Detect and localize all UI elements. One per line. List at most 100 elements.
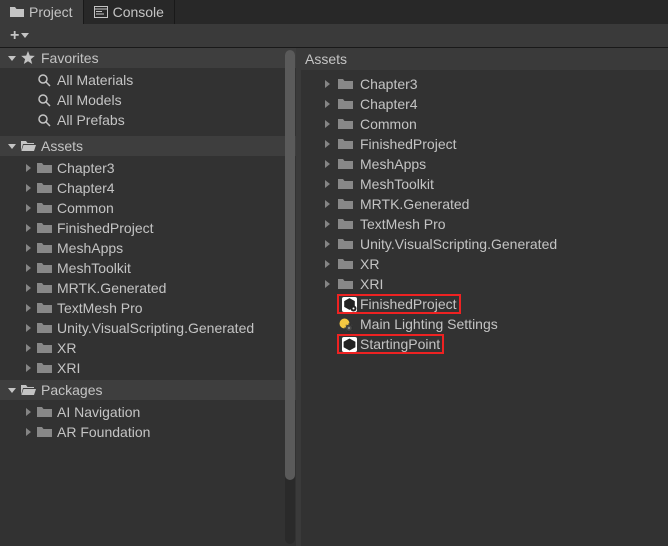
asset-item-folder[interactable]: MeshToolkit: [301, 174, 668, 194]
item-label: All Models: [57, 92, 122, 108]
item-label: All Prefabs: [57, 112, 125, 128]
expand-arrow-icon[interactable]: [22, 202, 34, 214]
expand-arrow-icon[interactable]: [22, 162, 34, 174]
tab-console[interactable]: Console: [84, 0, 175, 24]
favorite-item[interactable]: All Prefabs: [0, 110, 296, 130]
expand-arrow-icon[interactable]: [321, 158, 333, 170]
expand-arrow-icon[interactable]: [22, 406, 34, 418]
asset-item-folder[interactable]: Unity.VisualScripting.Generated: [301, 234, 668, 254]
item-label: XRI: [57, 360, 80, 376]
folder-tree-item[interactable]: FinishedProject: [0, 218, 296, 238]
asset-item-folder[interactable]: FinishedProject: [301, 134, 668, 154]
item-label: All Materials: [57, 72, 133, 88]
expand-arrow-icon[interactable]: [6, 140, 18, 152]
create-button[interactable]: +: [6, 25, 33, 47]
asset-item-folder[interactable]: Common: [301, 114, 668, 134]
spacer: [321, 318, 333, 330]
assets-section[interactable]: Assets: [0, 136, 296, 156]
item-label: Unity.VisualScripting.Generated: [360, 236, 557, 252]
expand-arrow-icon[interactable]: [321, 218, 333, 230]
folder-icon: [337, 236, 353, 252]
folder-icon: [36, 300, 52, 316]
spacer: [321, 338, 333, 350]
folder-icon: [337, 156, 353, 172]
folder-open-icon: [20, 382, 36, 398]
folder-icon: [36, 320, 52, 336]
asset-item-scene[interactable]: StartingPoint: [301, 334, 668, 354]
expand-arrow-icon[interactable]: [22, 342, 34, 354]
favorites-section[interactable]: Favorites: [0, 48, 296, 68]
expand-arrow-icon[interactable]: [321, 258, 333, 270]
folder-tree-item[interactable]: TextMesh Pro: [0, 298, 296, 318]
folder-tree-item[interactable]: XR: [0, 338, 296, 358]
favorite-item[interactable]: All Materials: [0, 70, 296, 90]
breadcrumb[interactable]: Assets: [301, 48, 668, 70]
expand-arrow-icon[interactable]: [22, 242, 34, 254]
expand-arrow-icon[interactable]: [321, 78, 333, 90]
expand-arrow-icon[interactable]: [22, 302, 34, 314]
item-label: AR Foundation: [57, 424, 150, 440]
expand-arrow-icon[interactable]: [321, 178, 333, 190]
expand-arrow-icon[interactable]: [321, 198, 333, 210]
asset-item-folder[interactable]: Chapter3: [301, 74, 668, 94]
search-icon: [36, 112, 52, 128]
item-label: Chapter3: [360, 76, 418, 92]
expand-arrow-icon[interactable]: [321, 278, 333, 290]
item-label: Chapter4: [360, 96, 418, 112]
folder-icon: [337, 116, 353, 132]
folder-icon: [36, 404, 52, 420]
asset-item-folder[interactable]: MeshApps: [301, 154, 668, 174]
plus-icon: +: [10, 27, 19, 45]
expand-arrow-icon[interactable]: [22, 426, 34, 438]
item-label: XR: [57, 340, 76, 356]
asset-item-folder[interactable]: XRI: [301, 274, 668, 294]
item-label: MeshToolkit: [360, 176, 434, 192]
expand-arrow-icon[interactable]: [6, 384, 18, 396]
expand-arrow-icon[interactable]: [321, 238, 333, 250]
folder-icon: [337, 276, 353, 292]
expand-arrow-icon[interactable]: [6, 52, 18, 64]
folder-icon: [337, 136, 353, 152]
expand-arrow-icon[interactable]: [321, 98, 333, 110]
expand-arrow-icon[interactable]: [22, 322, 34, 334]
scrollbar-thumb[interactable]: [285, 50, 295, 480]
folder-tree-item[interactable]: XRI: [0, 358, 296, 378]
asset-item-lighting[interactable]: Main Lighting Settings: [301, 314, 668, 334]
packages-section[interactable]: Packages: [0, 380, 296, 400]
folder-tree-item[interactable]: MeshToolkit: [0, 258, 296, 278]
asset-item-folder[interactable]: Chapter4: [301, 94, 668, 114]
folder-icon: [36, 240, 52, 256]
tab-label: Project: [29, 4, 73, 20]
expand-arrow-icon[interactable]: [22, 182, 34, 194]
folder-tree-item[interactable]: Chapter3: [0, 158, 296, 178]
expand-arrow-icon[interactable]: [22, 262, 34, 274]
folder-tree-item[interactable]: Common: [0, 198, 296, 218]
expand-arrow-icon[interactable]: [321, 118, 333, 130]
favorite-item[interactable]: All Models: [0, 90, 296, 110]
folder-tree-item[interactable]: MRTK.Generated: [0, 278, 296, 298]
item-label: Common: [360, 116, 417, 132]
asset-item-folder[interactable]: MRTK.Generated: [301, 194, 668, 214]
expand-arrow-icon[interactable]: [22, 222, 34, 234]
console-icon: [94, 5, 108, 19]
tab-project[interactable]: Project: [0, 0, 84, 24]
folder-tree-item[interactable]: MeshApps: [0, 238, 296, 258]
folder-icon: [337, 176, 353, 192]
item-label: FinishedProject: [360, 136, 457, 152]
item-label: MeshApps: [360, 156, 426, 172]
folder-tree-item[interactable]: AR Foundation: [0, 422, 296, 442]
folder-tree-item[interactable]: Chapter4: [0, 178, 296, 198]
folder-icon: [36, 280, 52, 296]
item-label: MRTK.Generated: [57, 280, 166, 296]
folder-tree-item[interactable]: AI Navigation: [0, 402, 296, 422]
packages-tree: AI Navigation AR Foundation: [0, 400, 296, 444]
expand-arrow-icon[interactable]: [22, 362, 34, 374]
expand-arrow-icon[interactable]: [321, 138, 333, 150]
asset-item-folder[interactable]: TextMesh Pro: [301, 214, 668, 234]
scrollbar[interactable]: [285, 50, 295, 544]
expand-arrow-icon[interactable]: [22, 282, 34, 294]
asset-item-scene[interactable]: FinishedProject: [301, 294, 668, 314]
folder-tree-item[interactable]: Unity.VisualScripting.Generated: [0, 318, 296, 338]
asset-item-folder[interactable]: XR: [301, 254, 668, 274]
folder-icon: [36, 180, 52, 196]
